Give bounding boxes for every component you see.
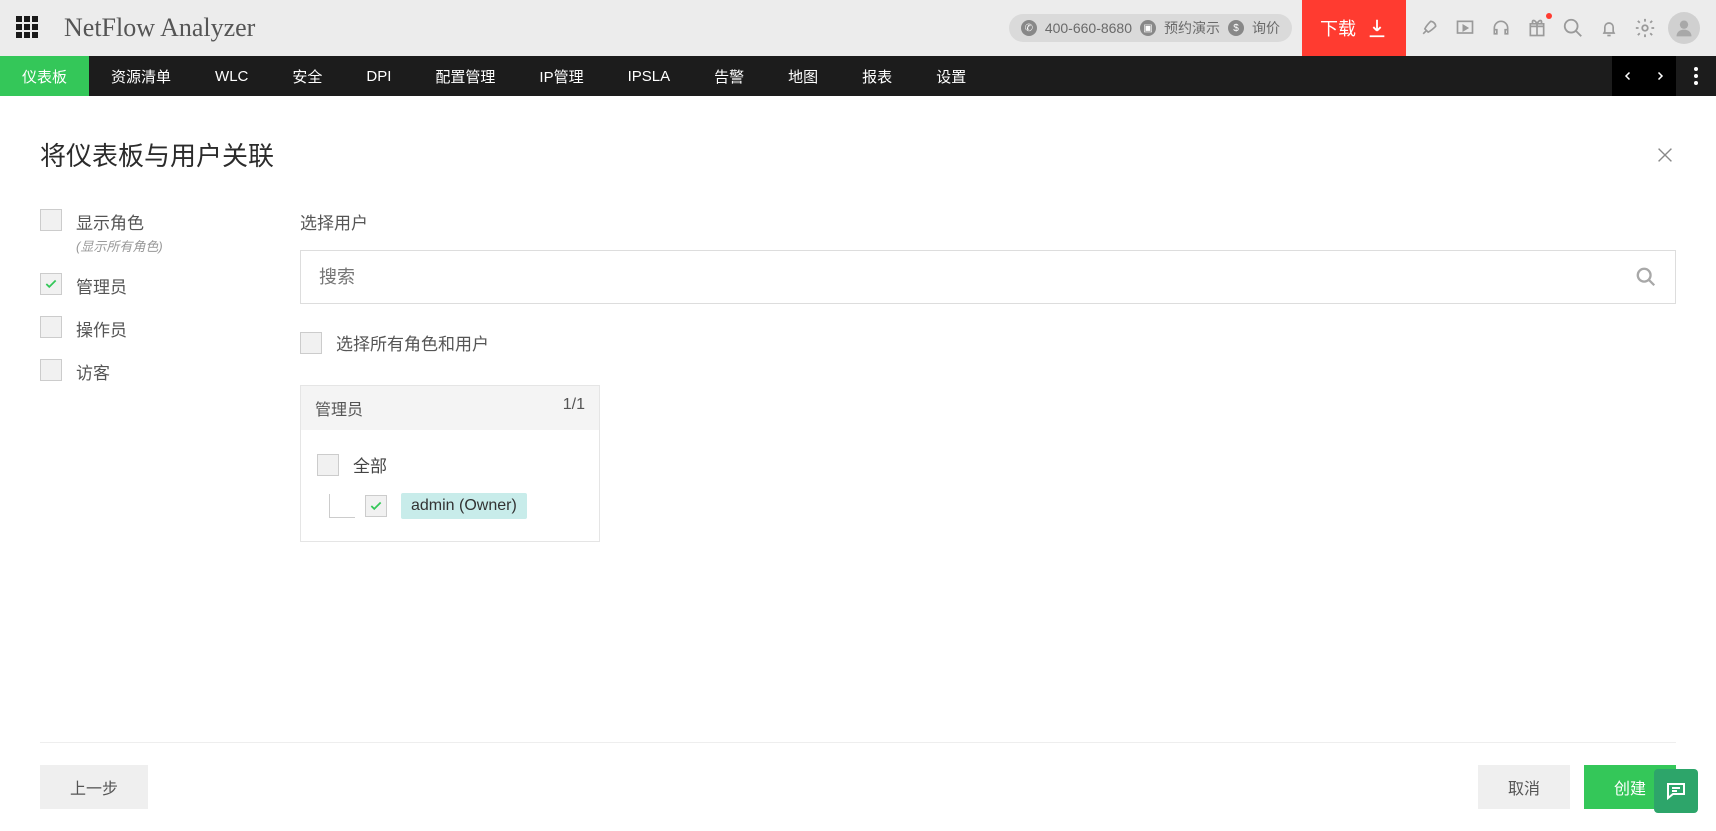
nav-inventory[interactable]: 资源清单 bbox=[89, 56, 193, 96]
demo-label: 预约演示 bbox=[1164, 18, 1220, 38]
nav-report[interactable]: 报表 bbox=[840, 56, 914, 96]
nav-ip[interactable]: IP管理 bbox=[517, 56, 605, 96]
role-show-roles[interactable]: 显示角色 (显示所有角色) bbox=[40, 209, 270, 255]
cancel-button[interactable]: 取消 bbox=[1478, 765, 1570, 809]
app-grid-icon[interactable] bbox=[16, 16, 40, 40]
search-input-icon[interactable] bbox=[1635, 266, 1657, 288]
role-operator-label: 操作员 bbox=[76, 316, 127, 341]
price-icon: $ bbox=[1228, 20, 1244, 36]
role-admin[interactable]: 管理员 bbox=[40, 273, 270, 298]
nav-map[interactable]: 地图 bbox=[766, 56, 840, 96]
rocket-icon[interactable] bbox=[1416, 15, 1442, 41]
role-show-roles-label: 显示角色 bbox=[76, 209, 163, 234]
search-input[interactable] bbox=[319, 267, 1635, 288]
chat-fab-icon[interactable] bbox=[1654, 769, 1698, 813]
role-guest[interactable]: 访客 bbox=[40, 359, 270, 384]
role-guest-label: 访客 bbox=[76, 359, 110, 384]
nav-scroll-left[interactable] bbox=[1612, 56, 1644, 96]
tree-line-icon bbox=[329, 494, 355, 518]
gear-icon[interactable] bbox=[1632, 15, 1658, 41]
nav-dashboard[interactable]: 仪表板 bbox=[0, 56, 89, 96]
nav-alarm[interactable]: 告警 bbox=[692, 56, 766, 96]
headset-icon[interactable] bbox=[1488, 15, 1514, 41]
download-button[interactable]: 下载 bbox=[1302, 0, 1406, 56]
price-label: 询价 bbox=[1252, 18, 1280, 38]
checkbox-tree-user[interactable] bbox=[365, 495, 387, 517]
checkbox-select-all[interactable] bbox=[300, 332, 322, 354]
role-operator[interactable]: 操作员 bbox=[40, 316, 270, 341]
user-group-count: 1/1 bbox=[563, 396, 585, 420]
select-all-label: 选择所有角色和用户 bbox=[336, 330, 489, 355]
nav-wlc[interactable]: WLC bbox=[193, 56, 270, 96]
search-box bbox=[300, 250, 1676, 304]
checkbox-tree-all[interactable] bbox=[317, 454, 339, 476]
gift-icon[interactable] bbox=[1524, 15, 1550, 41]
checkbox-show-roles[interactable] bbox=[40, 209, 62, 231]
back-button[interactable]: 上一步 bbox=[40, 765, 148, 809]
checkbox-operator[interactable] bbox=[40, 316, 62, 338]
user-avatar[interactable] bbox=[1668, 12, 1700, 44]
nav-dpi[interactable]: DPI bbox=[344, 56, 413, 96]
phone-number: 400-660-8680 bbox=[1045, 20, 1132, 36]
tree-all-label: 全部 bbox=[353, 452, 387, 477]
app-title: NetFlow Analyzer bbox=[64, 13, 255, 43]
role-admin-label: 管理员 bbox=[76, 273, 127, 298]
select-all-row[interactable]: 选择所有角色和用户 bbox=[300, 330, 1676, 355]
top-bar: NetFlow Analyzer ✆ 400-660-8680 ▣ 预约演示 $… bbox=[0, 0, 1716, 56]
nav-more-menu[interactable] bbox=[1676, 56, 1716, 96]
close-icon[interactable] bbox=[1654, 144, 1676, 166]
footer-bar: 上一步 取消 创建 bbox=[40, 742, 1676, 831]
demo-icon: ▣ bbox=[1140, 20, 1156, 36]
contact-pill[interactable]: ✆ 400-660-8680 ▣ 预约演示 $ 询价 bbox=[1009, 14, 1292, 42]
page-title: 将仪表板与用户关联 bbox=[40, 136, 274, 173]
download-icon bbox=[1366, 17, 1388, 39]
role-sidebar: 显示角色 (显示所有角色) 管理员 操作员 访客 bbox=[40, 209, 270, 542]
user-group-box: 管理员 1/1 全部 admin (Owner) bbox=[300, 385, 600, 542]
nav-config[interactable]: 配置管理 bbox=[413, 56, 517, 96]
checkbox-guest[interactable] bbox=[40, 359, 62, 381]
nav-ipsla[interactable]: IPSLA bbox=[606, 56, 693, 96]
download-label: 下载 bbox=[1320, 15, 1356, 41]
nav-scroll-right[interactable] bbox=[1644, 56, 1676, 96]
phone-icon: ✆ bbox=[1021, 20, 1037, 36]
main-nav: 仪表板 资源清单 WLC 安全 DPI 配置管理 IP管理 IPSLA 告警 地… bbox=[0, 56, 1716, 96]
role-show-roles-sub: (显示所有角色) bbox=[76, 236, 163, 255]
tree-all-row[interactable]: 全部 bbox=[317, 452, 583, 477]
nav-security[interactable]: 安全 bbox=[270, 56, 344, 96]
nav-settings[interactable]: 设置 bbox=[914, 56, 988, 96]
tree-user-row[interactable]: admin (Owner) bbox=[317, 493, 583, 519]
checkbox-admin[interactable] bbox=[40, 273, 62, 295]
user-group-title: 管理员 bbox=[315, 396, 363, 420]
select-user-label: 选择用户 bbox=[300, 209, 1676, 234]
bell-icon[interactable] bbox=[1596, 15, 1622, 41]
tree-user-label: admin (Owner) bbox=[401, 493, 527, 519]
presentation-icon[interactable] bbox=[1452, 15, 1478, 41]
search-icon[interactable] bbox=[1560, 15, 1586, 41]
